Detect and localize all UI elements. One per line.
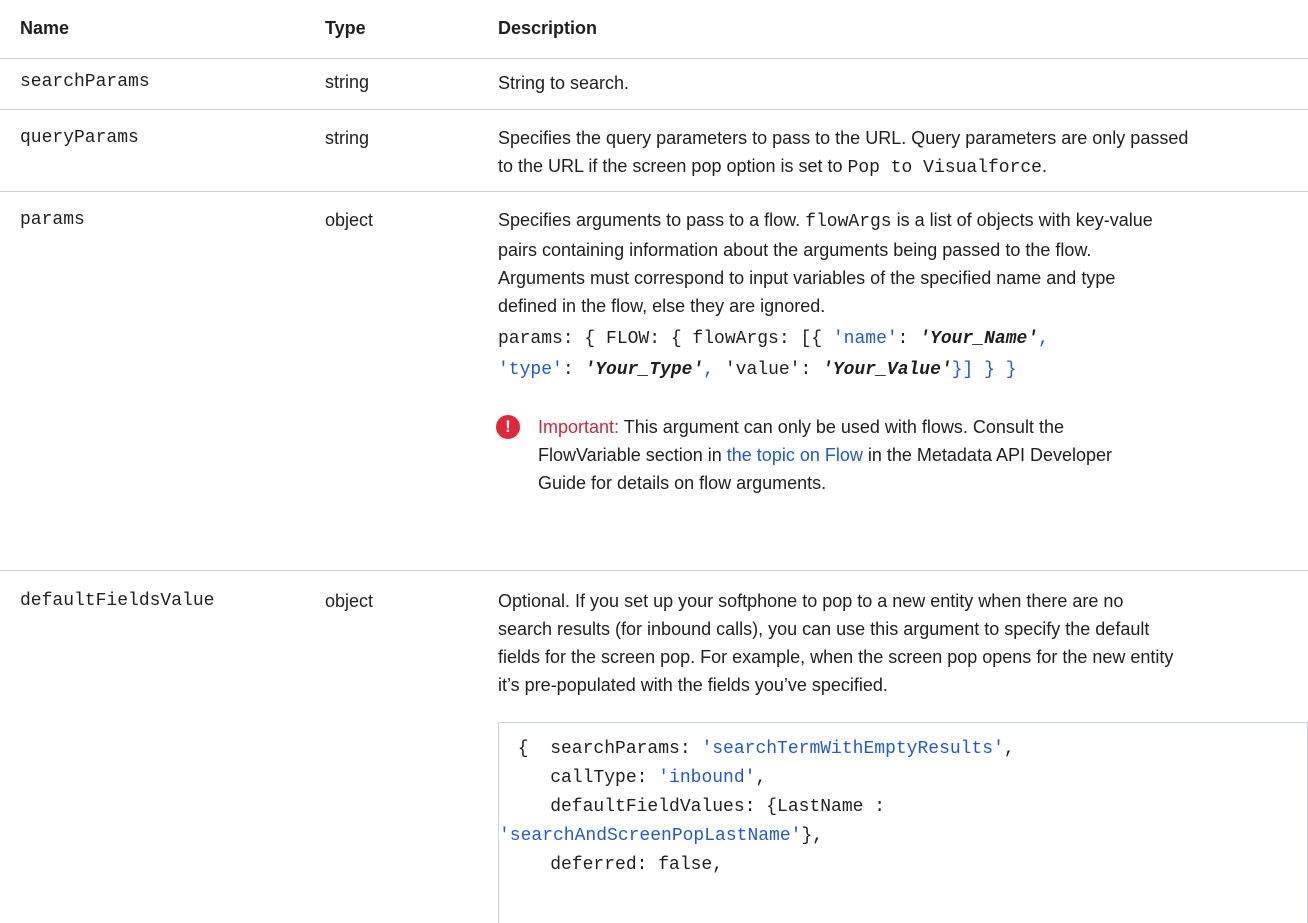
description-text: Specifies arguments to pass to a flow. [498,210,801,230]
code-text: defaultFieldValues: {LastName : [507,797,886,817]
param-description: Specifies arguments to pass to a flow. f… [498,206,1298,320]
code-string: 'inbound' [658,768,756,788]
important-text-line: in the Metadata API Developer [867,445,1113,465]
code-text: callType: [507,768,659,788]
code-example-line: 'type': 'Your_Type', 'value': 'Your_Valu… [498,360,1017,380]
table-header: Name Type Description [0,0,1308,59]
header-name: Name [20,18,70,38]
code-placeholder: 'Your_Value' [822,360,952,380]
description-text: defined in the flow, else they are ignor… [498,296,826,316]
code-text: }, [801,826,824,846]
param-description: String to search. [498,69,1298,97]
description-text: pairs containing information about the a… [498,240,1092,260]
code-string: 'searchTermWithEmptyResults' [701,739,1004,759]
param-type: object [325,591,374,611]
param-name: searchParams [20,72,150,92]
description-text: is a list of objects with key-value [896,210,1153,230]
description-text: to the URL if the screen pop option is s… [498,156,843,176]
param-name: params [20,210,85,230]
flow-topic-link[interactable]: the topic on Flow [727,445,863,465]
header-type: Type [325,18,366,38]
code-string: 'name' [832,329,898,349]
table-row-searchparams: searchParams string String to search. [0,59,1308,110]
header-description: Description [498,18,598,38]
code-placeholder: 'Your_Type' [584,360,704,380]
code-text: { searchParams: [507,739,702,759]
code-text: params: { FLOW: { flowArgs: [{ [498,329,833,349]
description-text: . [1041,156,1047,176]
important-text-line: Guide for details on flow arguments. [538,473,827,493]
inline-code: flowArgs [805,212,892,232]
param-type: string [325,128,370,148]
code-text: : [897,329,920,349]
param-name: queryParams [20,128,139,148]
code-sample-box: { searchParams: 'searchTermWithEmptyResu… [498,722,1308,923]
table-row-queryparams: queryParams string Specifies the query p… [0,110,1308,192]
description-text: Optional. If you set up your softphone t… [498,591,1124,611]
important-text-line: This argument can only be used with flow… [623,417,1064,437]
code-text: }] } } [951,360,1017,380]
important-label: Important: [538,417,620,437]
description-text: to the URL if the screen pop option is s… [498,152,1298,182]
code-text: , [1038,329,1049,349]
code-line: { searchParams: 'searchTermWithEmptyResu… [507,739,1015,759]
code-string: 'searchAndScreenPopLastName' [499,826,802,846]
param-type: object [325,210,374,230]
param-description: Optional. If you set up your softphone t… [498,587,1298,699]
code-text: , [755,768,767,788]
code-text: , [703,360,725,380]
description-text: Specifies the query parameters to pass t… [498,128,1189,148]
code-text: deferred: false, [507,855,724,875]
inline-code: Pop to Visualforce [847,158,1042,178]
description-text: it’s pre-populated with the fields you’v… [498,675,888,695]
code-text: 'value': [724,360,823,380]
description-text: Specifies arguments to pass to a flow. f… [498,206,1298,236]
param-type: string [325,72,370,92]
important-text: Important: This argument can only be use… [538,413,1308,497]
exclamation-circle-icon: ! [496,415,520,439]
code-string: 'type' [498,360,563,380]
code-line: defaultFieldValues: {LastName : [507,797,885,817]
code-line: 'searchAndScreenPopLastName'}, [499,826,823,846]
code-line: callType: 'inbound', [507,768,766,788]
description-text: fields for the screen pop. For example, … [498,647,1174,667]
param-name: defaultFieldsValue [20,591,215,611]
code-example-line: params: { FLOW: { flowArgs: [{ 'name': '… [498,329,1049,349]
code-line: deferred: false, [507,855,723,875]
code-text: : [562,360,585,380]
important-text-line: FlowVariable section in [538,445,722,465]
code-placeholder: 'Your_Name' [919,329,1039,349]
description-text: search results (for inbound calls), you … [498,619,1150,639]
param-description: Specifies the query parameters to pass t… [498,124,1298,182]
description-text: Arguments must correspond to input varia… [498,268,1116,288]
description-text: String to search. [498,73,630,93]
table-row-params: params object Specifies arguments to pas… [0,192,1308,571]
code-text: , [1003,739,1015,759]
